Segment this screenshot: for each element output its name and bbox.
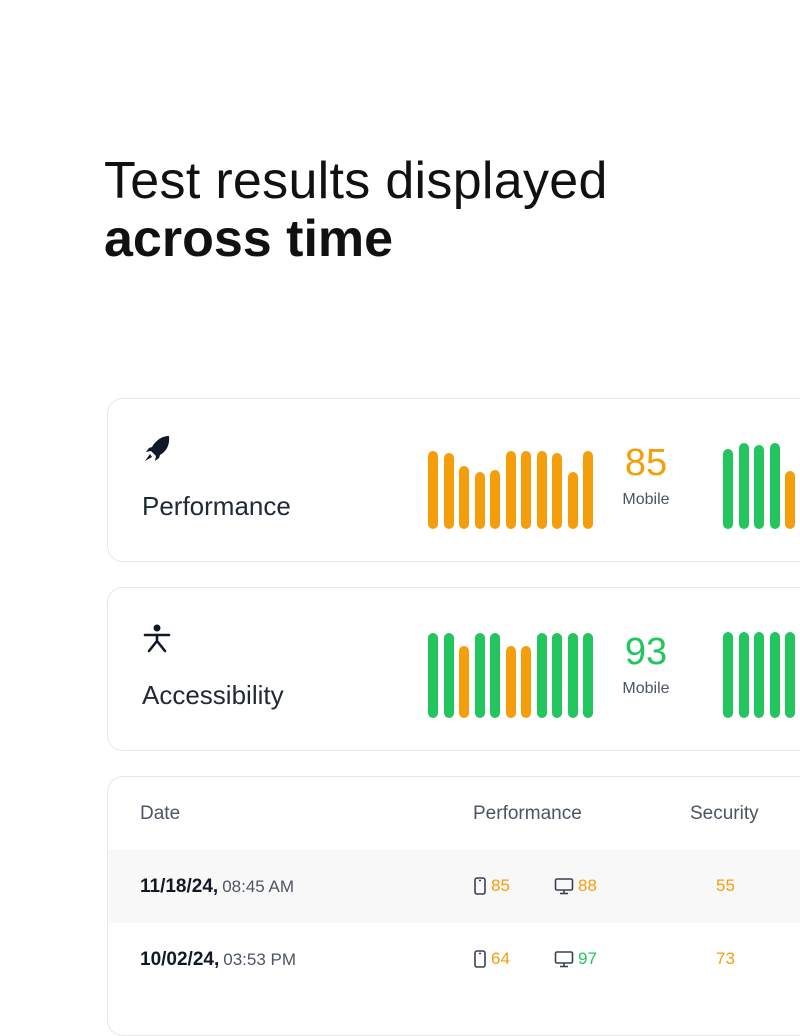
table-row[interactable]: 10/02/24, 03:53 PM 64 97 73 <box>108 923 800 996</box>
desktop-performance: 97 <box>554 949 597 969</box>
device-label: Mobile <box>622 680 670 697</box>
accessibility-card[interactable]: Accessibility 93 Mobile <box>107 587 800 751</box>
score-bar <box>738 631 749 718</box>
score-bar <box>490 633 500 718</box>
desktop-icon <box>554 951 574 968</box>
score-bar <box>769 442 780 529</box>
row-date: 10/02/24, 03:53 PM <box>140 949 296 971</box>
score-bar <box>785 471 795 529</box>
score-bar <box>583 450 593 529</box>
headline-line-2: across time <box>104 210 394 268</box>
column-header-security[interactable]: Security <box>690 803 759 825</box>
mobile-score-history <box>428 633 593 718</box>
score-bar <box>505 450 516 529</box>
date-value: 11/18/24, <box>140 876 219 897</box>
score-bar <box>536 633 547 718</box>
mobile-score: 93 Mobile <box>620 630 672 698</box>
score-bar <box>459 646 469 718</box>
score-bar <box>536 450 547 529</box>
score-bar <box>490 469 500 529</box>
headline-line-1: Test results displayed <box>104 152 608 210</box>
card-label: Accessibility <box>142 680 284 710</box>
security-score: 73 <box>716 949 735 968</box>
performance-card[interactable]: Performance 85 Mobile <box>107 398 800 562</box>
time-value: 03:53 PM <box>223 950 297 969</box>
score-bar <box>769 631 780 718</box>
time-value: 08:45 AM <box>222 877 295 896</box>
score-bar <box>521 450 531 529</box>
mobile-score-value: 85 <box>491 876 510 895</box>
desktop-score-value: 97 <box>578 949 597 968</box>
date-value: 10/02/24, <box>140 949 220 970</box>
score-bar <box>443 453 454 529</box>
security-score: 55 <box>716 876 735 895</box>
score-bar <box>474 472 485 529</box>
score-bar <box>474 633 485 718</box>
row-date: 11/18/24, 08:45 AM <box>140 876 294 898</box>
score-bar <box>723 449 733 529</box>
desktop-score-value: 88 <box>578 876 597 895</box>
mobile-icon <box>474 950 486 968</box>
score-value: 93 <box>624 631 668 673</box>
score-value: 85 <box>624 442 668 484</box>
desktop-score-history <box>723 631 795 718</box>
score-bar <box>428 633 438 718</box>
results-table: Date Performance Security 11/18/24, 08:45… <box>107 776 800 1036</box>
desktop-performance: 88 <box>554 876 597 896</box>
column-header-performance[interactable]: Performance <box>473 803 582 825</box>
mobile-performance: 64 <box>473 949 510 969</box>
score-bar <box>505 646 516 718</box>
mobile-icon <box>474 877 486 895</box>
score-bar <box>723 631 733 718</box>
score-bar <box>583 633 593 718</box>
score-bar <box>738 442 749 529</box>
score-bar <box>428 450 438 529</box>
score-bar <box>567 633 578 718</box>
mobile-score: 85 Mobile <box>620 441 672 509</box>
score-bar <box>552 633 562 718</box>
score-bar <box>443 633 454 718</box>
score-bar <box>754 631 764 718</box>
mobile-score-history <box>428 445 593 529</box>
desktop-score-history <box>723 442 795 529</box>
column-header-date[interactable]: Date <box>140 803 180 825</box>
table-row[interactable]: 11/18/24, 08:45 AM 85 88 55 <box>108 850 800 923</box>
score-bar <box>785 631 795 718</box>
score-bar <box>754 445 764 529</box>
desktop-icon <box>554 878 574 895</box>
score-bar <box>567 472 578 529</box>
device-label: Mobile <box>622 491 670 508</box>
score-bar <box>521 646 531 718</box>
score-bar <box>459 465 469 529</box>
mobile-score-value: 64 <box>491 949 510 968</box>
page-headline: Test results displayed across time <box>104 152 608 268</box>
rocket-icon <box>145 436 170 461</box>
accessibility-icon <box>143 624 171 653</box>
score-bar <box>552 453 562 529</box>
card-label: Performance <box>142 491 291 521</box>
mobile-performance: 85 <box>473 876 510 896</box>
